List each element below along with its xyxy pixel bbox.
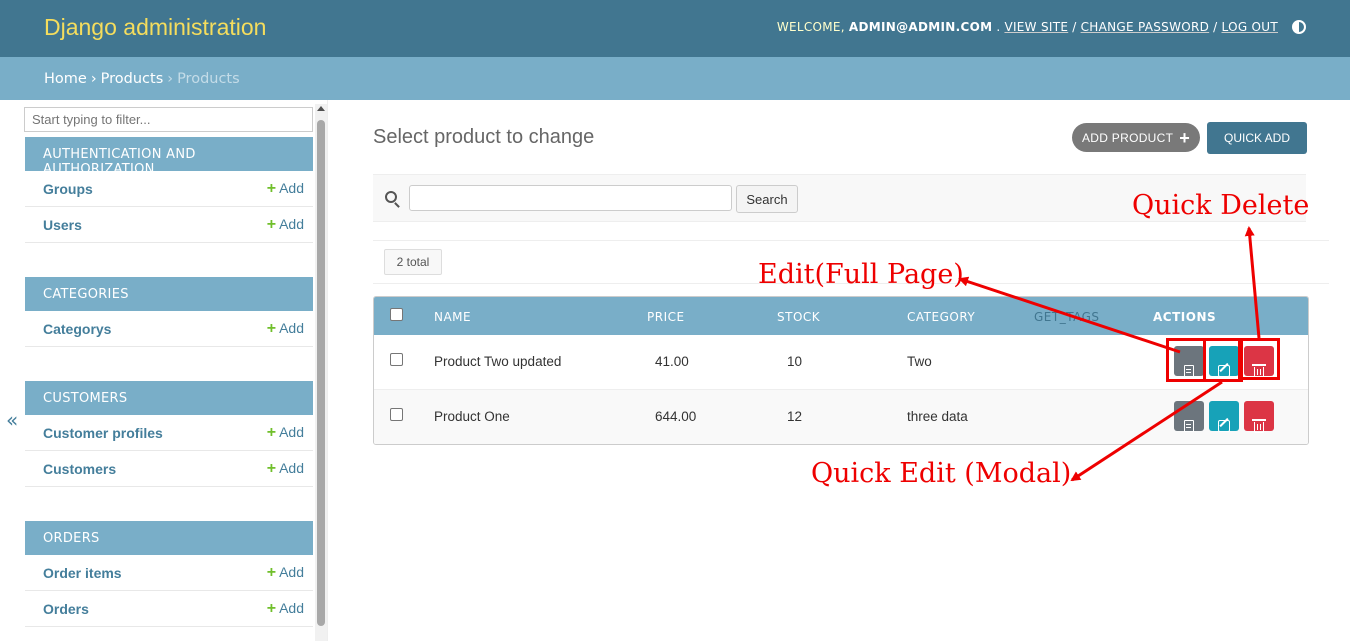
table-header: NAME PRICE STOCK CATEGORY GET_TAGS ACTIO… [374, 297, 1308, 335]
add-link[interactable]: + Add [267, 180, 304, 198]
column-header-stock[interactable]: STOCK [777, 310, 820, 324]
nav-sidebar: AUTHENTICATION AND AUTHORIZATION Groups … [24, 100, 328, 641]
cell-stock: 10 [787, 354, 803, 369]
add-link[interactable]: + Add [267, 600, 304, 618]
plus-icon: + [266, 179, 277, 197]
column-header-category[interactable]: CATEGORY [907, 310, 975, 324]
module-caption[interactable]: AUTHENTICATION AND AUTHORIZATION [25, 137, 313, 177]
table-row: Product One 644.00 12 three data [374, 390, 1308, 444]
change-password-link[interactable]: CHANGE PASSWORD [1081, 20, 1210, 34]
module-customers: CUSTOMERS Customer profiles + Add Custome… [25, 381, 313, 487]
plus-icon: + [266, 215, 277, 233]
sidebar-item-orders: Orders + Add [25, 591, 313, 627]
sidebar-item-customer-profiles: Customer profiles + Add [25, 415, 313, 451]
add-link[interactable]: + Add [267, 460, 304, 478]
username: ADMIN@ADMIN.COM [848, 20, 993, 34]
model-link[interactable]: Customer profiles [43, 425, 163, 441]
annotation-quick-edit-modal: Quick Edit (Modal) [811, 458, 1072, 489]
add-link[interactable]: + Add [267, 320, 304, 338]
column-header-get-tags: GET_TAGS [1034, 310, 1100, 324]
column-header-price[interactable]: PRICE [647, 310, 685, 324]
module-caption[interactable]: CATEGORIES [25, 277, 313, 311]
highlight-quick-delete [1238, 338, 1280, 380]
edit-icon [1218, 420, 1230, 432]
cell-stock: 12 [787, 409, 803, 424]
annotation-edit-full-page: Edit(Full Page) [758, 259, 964, 290]
row-checkbox[interactable] [390, 353, 403, 366]
trash-icon [1252, 419, 1266, 433]
breadcrumb-home[interactable]: Home [44, 71, 87, 87]
select-all-checkbox[interactable] [390, 308, 403, 321]
scrollbar-thumb[interactable] [317, 120, 325, 626]
total-count-badge[interactable]: 2 total [384, 249, 442, 275]
model-link[interactable]: Customers [43, 461, 116, 477]
log-out-link[interactable]: LOG OUT [1222, 20, 1278, 34]
sidebar-item-categorys: Categorys + Add [25, 311, 313, 347]
plus-icon: + [1179, 127, 1191, 148]
quick-add-button[interactable]: QUICK ADD [1207, 122, 1307, 154]
breadcrumb-app[interactable]: Products [101, 71, 164, 87]
cell-name[interactable]: Product Two updated [434, 354, 561, 369]
quick-delete-button[interactable] [1244, 401, 1274, 433]
scroll-up-arrow-icon[interactable] [317, 106, 325, 111]
sidebar-item-users: Users + Add [25, 207, 313, 243]
sidebar-item-order-items: Order items + Add [25, 555, 313, 591]
page-title: Select product to change [373, 126, 595, 148]
plus-icon: + [266, 423, 277, 441]
row-checkbox[interactable] [390, 408, 403, 421]
header: Django administration WELCOME, ADMIN@ADM… [0, 0, 1350, 57]
welcome-text: WELCOME, [776, 20, 845, 34]
model-link[interactable]: Categorys [43, 321, 111, 337]
plus-icon: + [266, 563, 277, 581]
add-link[interactable]: + Add [267, 216, 304, 234]
annotation-quick-delete: Quick Delete [1132, 190, 1310, 221]
document-icon [1184, 420, 1194, 432]
model-link[interactable]: Order items [43, 565, 122, 581]
add-link[interactable]: + Add [267, 424, 304, 442]
cell-category: three data [907, 409, 968, 424]
highlight-edit-full [1166, 338, 1206, 382]
view-button[interactable] [1174, 401, 1204, 432]
nav-filter-input[interactable] [24, 107, 313, 132]
toggle-nav-sidebar-button[interactable]: « [6, 408, 18, 432]
search-input[interactable] [409, 185, 732, 211]
breadcrumb-current: Products [177, 71, 240, 87]
site-branding[interactable]: Django administration [44, 14, 266, 41]
module-categories: CATEGORIES Categorys + Add [25, 277, 313, 347]
cell-price: 41.00 [655, 354, 689, 369]
cell-price: 644.00 [655, 409, 697, 424]
column-header-name[interactable]: NAME [434, 310, 471, 324]
cell-category: Two [907, 354, 932, 369]
model-link[interactable]: Orders [43, 601, 89, 617]
plus-icon: + [266, 459, 277, 477]
add-product-button[interactable]: ADD PRODUCT + [1072, 123, 1200, 152]
model-link[interactable]: Users [43, 217, 82, 233]
search-icon [385, 191, 397, 203]
highlight-quick-edit [1203, 338, 1243, 382]
quick-edit-button[interactable] [1209, 401, 1239, 432]
sidebar-scrollbar[interactable] [315, 104, 327, 641]
module-auth: AUTHENTICATION AND AUTHORIZATION Groups … [25, 137, 313, 243]
view-site-link[interactable]: VIEW SITE [1004, 20, 1068, 34]
theme-toggle-icon[interactable] [1292, 20, 1306, 34]
sidebar-item-customers: Customers + Add [25, 451, 313, 487]
user-tools: WELCOME, ADMIN@ADMIN.COM. VIEW SITE / CH… [777, 20, 1306, 34]
module-orders: ORDERS Order items + Add Orders + Add [25, 521, 313, 627]
add-link[interactable]: + Add [267, 564, 304, 582]
model-link[interactable]: Groups [43, 181, 93, 197]
breadcrumb: Home › Products › Products [0, 57, 1350, 100]
plus-icon: + [266, 599, 277, 617]
cell-name[interactable]: Product One [434, 409, 510, 424]
search-button[interactable]: Search [736, 185, 798, 213]
module-caption[interactable]: ORDERS [25, 521, 313, 555]
column-header-actions: ACTIONS [1153, 310, 1217, 324]
module-caption[interactable]: CUSTOMERS [25, 381, 313, 415]
plus-icon: + [266, 319, 277, 337]
